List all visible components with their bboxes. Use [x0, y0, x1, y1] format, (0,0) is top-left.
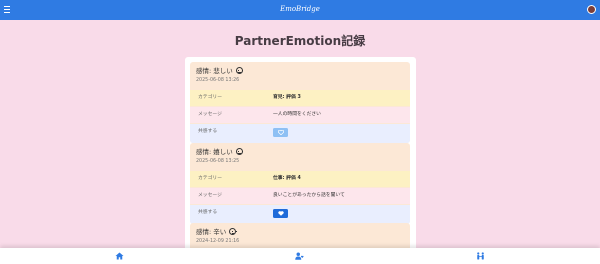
message-label: メッセージ — [198, 193, 222, 198]
emotion-label: 感情: 悲しい — [196, 67, 233, 75]
records-panel: 感情: 悲しい 2025-06-08 13:26 カテゴリー 育児: 評価 3 … — [185, 57, 416, 257]
bottom-nav — [0, 248, 600, 264]
message-value: 一人の時間をください — [273, 112, 321, 117]
record-timestamp: 2025-06-08 13:25 — [196, 159, 240, 164]
record-header: 感情: 嬉しい 2025-06-08 13:25 — [196, 148, 244, 166]
user-avatar-icon[interactable] — [587, 5, 596, 14]
emotion-label: 感情: 嬉しい — [196, 148, 233, 156]
home-icon[interactable] — [115, 252, 124, 260]
app-brand[interactable]: EmoBridge — [0, 3, 600, 16]
user-heart-icon[interactable] — [295, 252, 304, 260]
page-title: PartnerEmotion記録 — [234, 34, 366, 48]
message-row: メッセージ 一人の時間をください — [190, 107, 410, 123]
support-label: 共感する — [198, 210, 218, 215]
message-label: メッセージ — [198, 112, 222, 117]
record-header: 感情: 悲しい 2025-06-08 13:26 — [196, 67, 244, 85]
category-row: カテゴリー 仕事: 評価 4 — [190, 171, 410, 187]
support-row: 共感する — [190, 205, 410, 224]
heart-icon — [277, 130, 284, 135]
support-button[interactable] — [273, 128, 288, 137]
category-value: 育児: 評価 3 — [273, 95, 301, 100]
record-timestamp: 2025-06-08 13:26 — [196, 78, 240, 83]
couple-icon[interactable] — [476, 252, 485, 260]
face-icon — [235, 67, 244, 74]
category-row: カテゴリー 育児: 評価 3 — [190, 90, 410, 106]
emotion-label: 感情: 辛い — [196, 228, 227, 236]
record-timestamp: 2024-12-09 21:16 — [196, 239, 240, 244]
heart-icon — [277, 211, 284, 216]
category-label: カテゴリー — [198, 176, 222, 181]
emotion-record: 感情: 嬉しい 2025-06-08 13:25 カテゴリー 仕事: 評価 4 … — [190, 143, 410, 224]
face-icon — [229, 228, 237, 235]
category-value: 仕事: 評価 4 — [273, 176, 301, 181]
message-value: 良いことがあったから話を聞いて — [273, 193, 345, 198]
support-button[interactable] — [273, 209, 288, 218]
support-label: 共感する — [198, 129, 218, 134]
top-nav: EmoBridge — [0, 0, 600, 20]
support-row: 共感する — [190, 124, 410, 143]
message-row: メッセージ 良いことがあったから話を聞いて — [190, 188, 410, 204]
emotion-record: 感情: 悲しい 2025-06-08 13:26 カテゴリー 育児: 評価 3 … — [190, 62, 410, 143]
category-label: カテゴリー — [198, 95, 222, 100]
record-header: 感情: 辛い 2024-12-09 21:16 — [196, 228, 239, 246]
face-icon — [235, 148, 244, 155]
